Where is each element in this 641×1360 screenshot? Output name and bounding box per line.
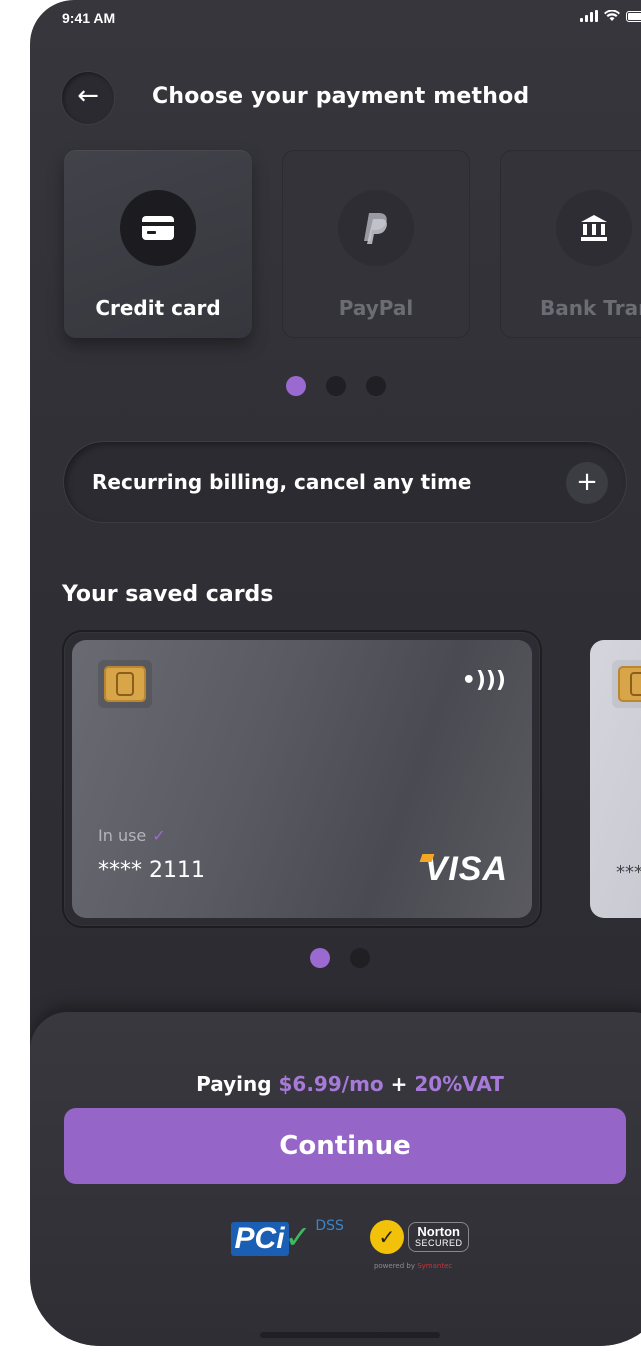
method-pager [286,376,386,396]
plus-icon[interactable]: + [566,462,608,504]
method-bank-transfer[interactable]: Bank Trar [500,150,641,338]
home-indicator [260,1332,440,1338]
phone-screen: 9:41 AM ← Choose your payment method Cre… [30,0,641,1346]
pci-dss-logo: PCi ✓ DSS [230,1218,344,1256]
check-icon: ✓ [152,826,166,845]
pager-dot[interactable] [326,376,346,396]
credit-card-icon [120,190,196,266]
saved-card-selected[interactable]: •))) In use ✓ **** 2111 VISA [64,632,540,926]
recurring-label: Recurring billing, cancel any time [92,470,472,494]
method-label: Bank Trar [540,296,641,320]
saved-cards-title: Your saved cards [62,582,274,607]
bank-icon [556,190,632,266]
card-status: In use ✓ [98,826,166,845]
contactless-icon: •))) [461,668,506,693]
chip-icon [98,660,152,708]
wifi-icon [604,10,620,21]
status-icons [580,10,641,22]
norton-secured-logo: ✓ Norton SECURED powered by Symantec [369,1220,470,1270]
visa-card[interactable]: •))) In use ✓ **** 2111 VISA [72,640,532,918]
price: $6.99/mo [278,1072,384,1096]
method-paypal[interactable]: PayPal [282,150,470,338]
vat: 20%VAT [414,1072,504,1096]
method-label: Credit card [95,296,221,320]
arrow-left-icon: ← [77,81,99,111]
pager-dot[interactable] [350,948,370,968]
continue-button[interactable]: Continue [64,1108,626,1184]
security-badges: PCi ✓ DSS ✓ Norton SECURED powered by Syman… [30,1218,641,1270]
card-number: **** 2111 [98,858,205,883]
page-title: Choose your payment method [152,84,530,109]
method-label: PayPal [338,296,414,320]
cards-pager [310,948,370,968]
status-bar: 9:41 AM [62,8,641,30]
payment-methods: Credit card PayPal Bank Trar [64,150,641,340]
chip-icon [612,660,641,708]
pager-dot[interactable] [366,376,386,396]
signal-icon [580,10,598,22]
paying-summary: Paying $6.99/mo + 20%VAT [196,1072,504,1096]
recurring-billing-row[interactable]: Recurring billing, cancel any time + [64,442,626,522]
pager-dot-active[interactable] [310,948,330,968]
status-time: 9:41 AM [62,10,116,26]
method-credit-card[interactable]: Credit card [64,150,252,338]
visa-logo: VISA [424,850,508,888]
paypal-icon [338,190,414,266]
card-number: **** [616,862,641,883]
battery-icon [626,10,641,22]
checkout-panel: Paying $6.99/mo + 20%VAT Continue PCi ✓ DS… [30,1012,641,1346]
saved-card-next[interactable]: **** [590,640,641,918]
back-button[interactable]: ← [62,72,114,124]
pager-dot-active[interactable] [286,376,306,396]
